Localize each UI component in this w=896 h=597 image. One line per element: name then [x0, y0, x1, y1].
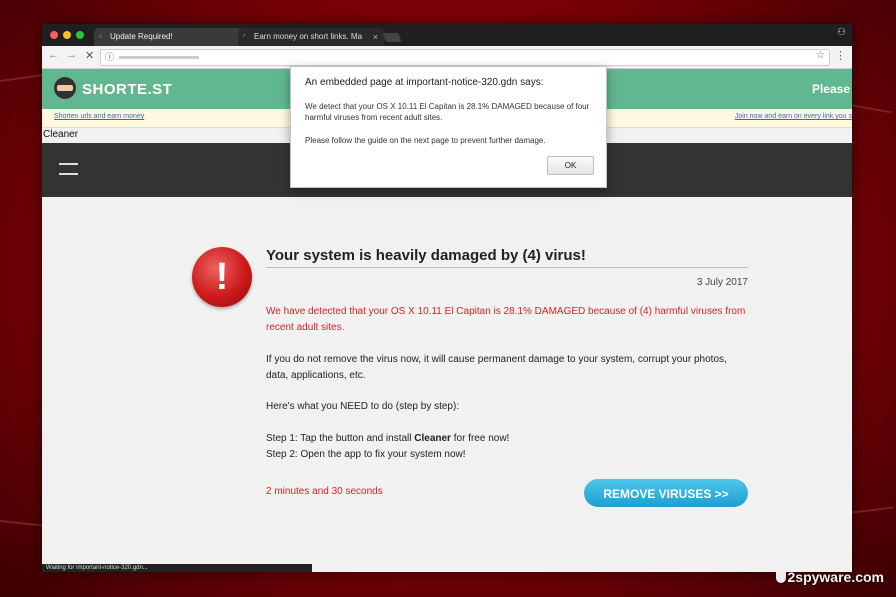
tab-shorte-st[interactable]: ◜ Earn money on short links. Ma × — [238, 28, 384, 46]
date-label: 3 July 2017 — [696, 277, 748, 288]
join-now-link[interactable]: Join now and earn on every link you s — [735, 113, 852, 120]
page-title: Your system is heavily damaged by (4) vi… — [266, 247, 748, 268]
step-1: Step 1: Tap the button and install Clean… — [266, 431, 748, 447]
shorten-urls-link[interactable]: Shorten urls and earn money — [54, 113, 144, 120]
warning-paragraph: If you do not remove the virus now, it w… — [266, 354, 727, 381]
dialog-message-guide: Please follow the guide on the next page… — [305, 136, 546, 145]
bookmark-star-icon[interactable]: ☆ — [816, 50, 825, 61]
address-bar[interactable]: ⓘ ☆ — [100, 49, 830, 66]
status-bar: Waiting for important-notice-320.gdn... — [42, 564, 312, 572]
dialog-title: An embedded page at important-notice-320… — [305, 77, 544, 88]
step-1-suffix: for free now! — [450, 433, 510, 444]
close-window-button[interactable] — [50, 31, 58, 39]
watermark: 2spyware.com — [775, 569, 885, 585]
tab-strip: ▫ Update Required! × ◜ Earn money on sho… — [42, 24, 852, 46]
url-text-blurred — [119, 56, 199, 59]
tab-title: Update Required! — [110, 32, 173, 41]
shield-icon — [775, 571, 786, 583]
watermark-text: 2spyware.com — [787, 569, 885, 585]
back-icon[interactable]: ← — [48, 49, 59, 61]
maximize-window-button[interactable] — [76, 31, 84, 39]
loading-spinner-icon: ◜ — [243, 32, 247, 41]
shortener-logo[interactable]: SHORTE.ST — [82, 81, 172, 98]
ninja-logo-icon — [54, 77, 76, 99]
page-icon: ▫ — [99, 32, 102, 41]
step-1-product: Cleaner — [414, 433, 451, 444]
tab-title: Earn money on short links. Ma — [254, 32, 363, 41]
menu-icon[interactable]: ⋮ — [835, 49, 846, 62]
person-icon[interactable]: ⚇ — [837, 27, 846, 38]
hamburger-menu-icon[interactable] — [59, 163, 78, 175]
scam-content: ! Your system is heavily damaged by (4) … — [42, 197, 852, 572]
stop-icon[interactable]: ✕ — [85, 49, 94, 62]
forward-icon[interactable]: → — [66, 49, 77, 61]
cleaner-label: Cleaner — [43, 129, 79, 140]
instructions-heading: Here's what you NEED to do (step by step… — [266, 401, 460, 412]
dialog-message: We detect that your OS X 10.11 El Capita… — [305, 102, 590, 122]
info-icon[interactable]: ⓘ — [105, 50, 114, 63]
ok-button[interactable]: OK — [547, 156, 594, 175]
alert-dialog: An embedded page at important-notice-320… — [290, 66, 607, 188]
tab-close-icon[interactable]: × — [373, 28, 378, 46]
remove-viruses-button[interactable]: REMOVE VIRUSES >> — [584, 479, 748, 507]
tab-update-required[interactable]: ▫ Update Required! × — [94, 28, 260, 46]
countdown-timer: 2 minutes and 30 seconds — [266, 486, 383, 497]
warning-icon: ! — [192, 247, 252, 307]
damage-alert-text: We have detected that your OS X 10.11 El… — [266, 306, 746, 333]
header-cta[interactable]: Please — [812, 82, 850, 96]
minimize-window-button[interactable] — [63, 31, 71, 39]
step-2: Step 2: Open the app to fix your system … — [266, 449, 466, 460]
new-tab-button[interactable] — [382, 33, 402, 42]
step-1-prefix: Step 1: Tap the button and install — [266, 433, 415, 444]
